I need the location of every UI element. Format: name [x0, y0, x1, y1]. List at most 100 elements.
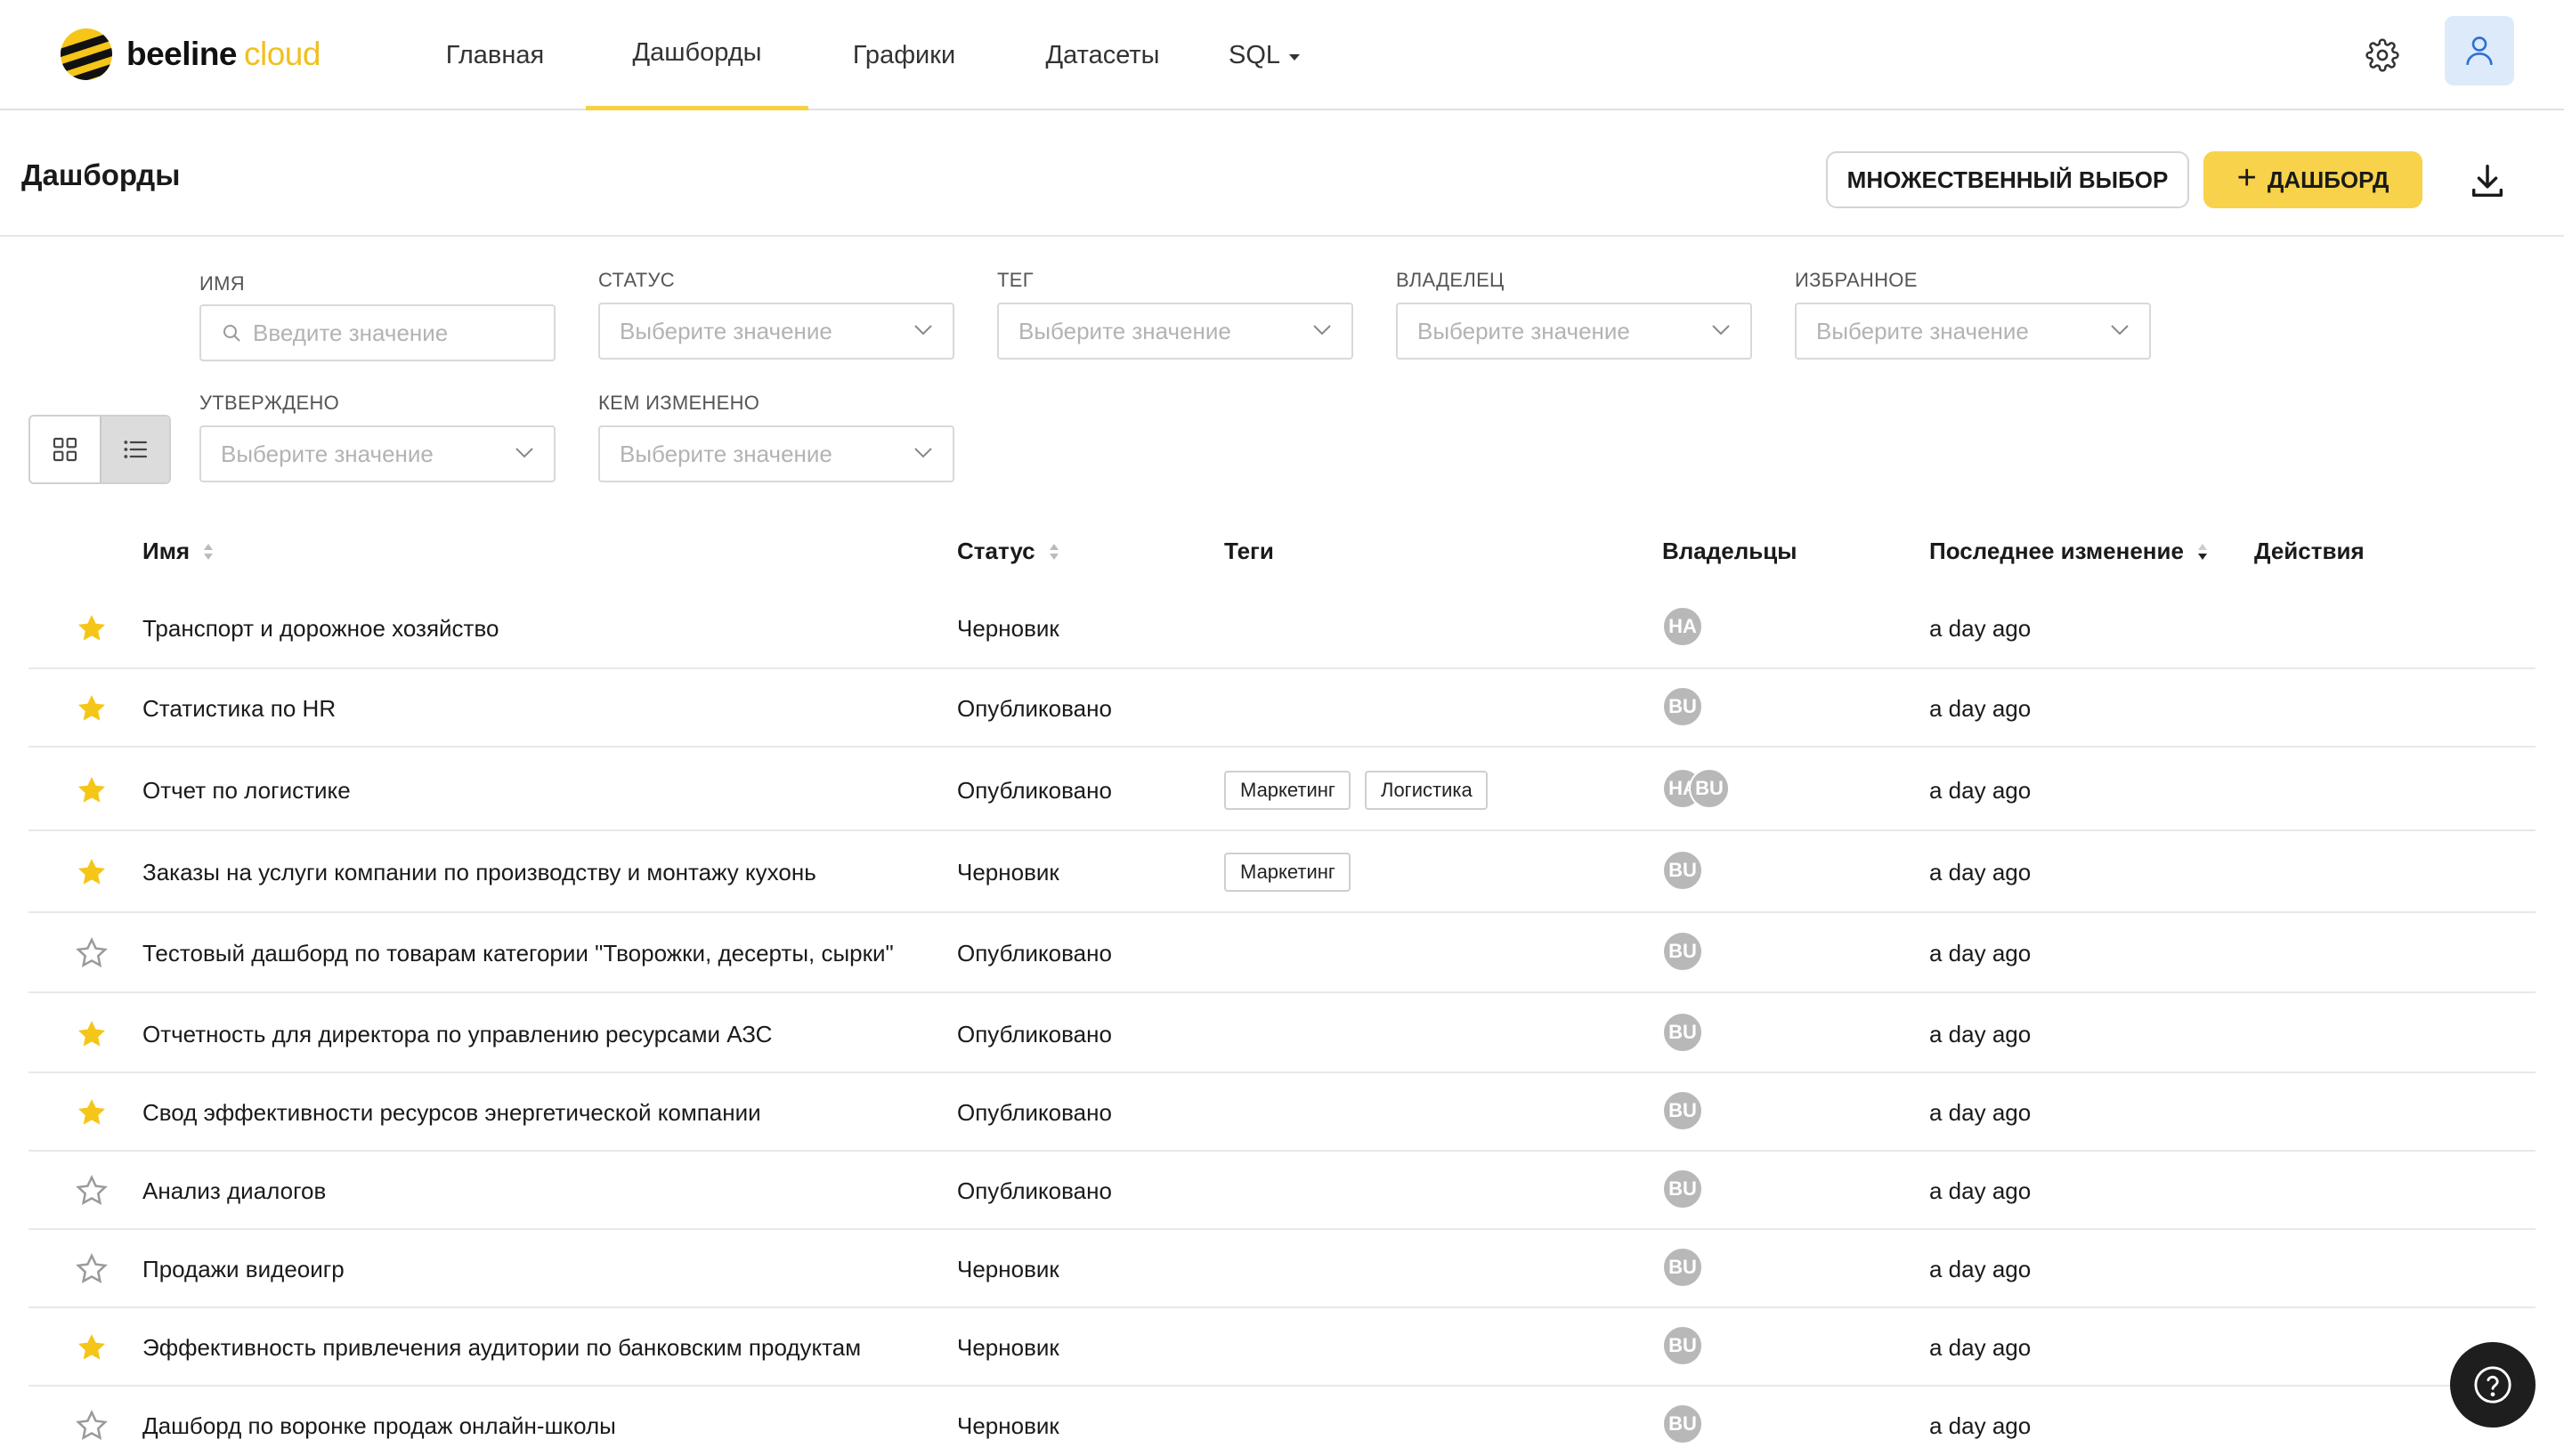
tag-chip[interactable]: Маркетинг [1224, 853, 1351, 892]
dashboard-name-link[interactable]: Транспорт и дорожное хозяйство [142, 615, 499, 643]
table-row[interactable]: Анализ диалогов Опубликовано BU a day ago [28, 1152, 2536, 1230]
chevron-down-icon [914, 448, 932, 458]
owner-avatar[interactable]: BU [1662, 1090, 1703, 1131]
column-header-tags: Теги [1224, 538, 1274, 564]
filter-status-select[interactable]: Выберите значение [598, 303, 954, 360]
nav-tab-sql-label: SQL [1228, 40, 1281, 69]
dashboard-name-link[interactable]: Дашборд по воронке продаж онлайн-школы [142, 1412, 616, 1440]
list-view-button[interactable] [99, 417, 169, 482]
nav-tab-dashboards[interactable]: Дашборды [586, 0, 808, 110]
help-icon [2474, 1366, 2511, 1403]
add-dashboard-button[interactable]: + ДАШБОРД [2203, 151, 2422, 208]
dashboard-name-link[interactable]: Эффективность привлечения аудитории по б… [142, 1334, 861, 1362]
filter-name-input[interactable]: Введите значение [199, 304, 556, 361]
favorite-star-empty-icon[interactable] [75, 1252, 109, 1286]
table-row[interactable]: Дашборд по воронке продаж онлайн-школы Че… [28, 1387, 2536, 1456]
table-row[interactable]: Свод эффективности ресурсов энергетическ… [28, 1073, 2536, 1152]
dashboard-name-link[interactable]: Статистика по HR [142, 695, 336, 723]
owner-avatar[interactable]: BU [1689, 768, 1730, 809]
column-header-modified[interactable]: Последнее изменение [1929, 538, 2209, 565]
chevron-down-icon [1313, 325, 1331, 336]
column-header-status[interactable]: Статус [957, 538, 1060, 565]
dashboard-name-link[interactable]: Свод эффективности ресурсов энергетическ… [142, 1099, 761, 1127]
favorite-star-filled-icon[interactable] [75, 855, 109, 889]
tag-chip[interactable]: Маркетинг [1224, 771, 1351, 810]
table-row[interactable]: Транспорт и дорожное хозяйство Черновик HA… [28, 587, 2536, 669]
favorite-star-filled-icon[interactable] [75, 773, 109, 807]
table-row[interactable]: Тестовый дашборд по товарам категории "Т… [28, 913, 2536, 993]
table-row[interactable]: Отчет по логистике Опубликовано Маркетинг Л… [28, 749, 2536, 831]
filter-approved-label: УТВЕРЖДЕНО [199, 392, 340, 414]
owner-avatar[interactable]: BU [1662, 1403, 1703, 1444]
table-row[interactable]: Продажи видеоигр Черновик BU a day ago [28, 1230, 2536, 1308]
last-modified: a day ago [1929, 615, 2032, 642]
beeline-cloud-logo[interactable]: beeline cloud [59, 23, 320, 85]
filter-favorite-label: ИЗБРАННОЕ [1795, 269, 1918, 291]
nav-tab-home[interactable]: Главная [433, 0, 557, 110]
dashboard-name-link[interactable]: Продажи видеоигр [142, 1256, 345, 1283]
sort-icon [204, 543, 214, 560]
favorite-star-empty-icon[interactable] [75, 936, 109, 970]
table-row[interactable]: Эффективность привлечения аудитории по б… [28, 1308, 2536, 1387]
dashboard-status: Черновик [957, 615, 1059, 642]
beeline-logo-icon [61, 28, 112, 80]
dashboard-name-link[interactable]: Отчетность для директора по управлению р… [142, 1021, 772, 1048]
favorite-star-filled-icon[interactable] [75, 1331, 109, 1364]
table-row[interactable]: Отчетность для директора по управлению р… [28, 995, 2536, 1073]
dashboard-status: Опубликовано [957, 695, 1112, 722]
dashboard-name-link[interactable]: Анализ диалогов [142, 1177, 326, 1205]
dashboard-status: Черновик [957, 1412, 1059, 1439]
nav-tab-sql[interactable]: SQL [1220, 0, 1309, 110]
last-modified: a day ago [1929, 940, 2032, 967]
filter-owner-select[interactable]: Выберите значение [1396, 303, 1752, 360]
owner-avatar[interactable]: BU [1662, 686, 1703, 727]
dashboard-status: Черновик [957, 859, 1059, 886]
dashboard-name-link[interactable]: Заказы на услуги компании по производств… [142, 859, 816, 886]
settings-button[interactable] [2359, 32, 2406, 78]
filter-tag-select[interactable]: Выберите значение [997, 303, 1353, 360]
filter-changed-by-label: КЕМ ИЗМЕНЕНО [598, 392, 760, 414]
favorite-star-filled-icon[interactable] [75, 1017, 109, 1051]
user-profile-button[interactable] [2445, 16, 2514, 85]
multi-select-button[interactable]: МНОЖЕСТВЕННЫЙ ВЫБОР [1826, 151, 2189, 208]
filter-favorite-select[interactable]: Выберите значение [1795, 303, 2151, 360]
table-row[interactable]: Заказы на услуги компании по производств… [28, 831, 2536, 913]
owner-avatar[interactable]: BU [1662, 1012, 1703, 1053]
dashboard-name-link[interactable]: Отчет по логистике [142, 777, 351, 805]
column-header-name[interactable]: Имя [142, 538, 215, 565]
favorite-star-filled-icon[interactable] [75, 1096, 109, 1129]
tag-chip[interactable]: Логистика [1365, 771, 1488, 810]
column-header-actions: Действия [2254, 538, 2365, 564]
dashboard-status: Опубликовано [957, 1099, 1112, 1126]
chevron-down-icon [2111, 325, 2129, 336]
download-button[interactable] [2463, 157, 2512, 206]
favorite-star-filled-icon[interactable] [75, 692, 109, 725]
dashboard-status: Опубликовано [957, 777, 1112, 804]
owner-avatar[interactable]: BU [1662, 850, 1703, 891]
owner-avatar[interactable]: BU [1662, 1247, 1703, 1288]
table-row[interactable]: Статистика по HR Опубликовано BU a day ago [28, 669, 2536, 748]
nav-tab-datasets[interactable]: Датасеты [1035, 0, 1171, 110]
top-navigation-bar: beeline cloud Главная Дашборды Графики Д… [0, 0, 2564, 110]
owner-avatar[interactable]: BU [1662, 1169, 1703, 1209]
dashboard-name-link[interactable]: Тестовый дашборд по товарам категории "Т… [142, 940, 894, 967]
nav-tab-charts[interactable]: Графики [835, 0, 973, 110]
owner-avatar[interactable]: HA [1662, 606, 1703, 647]
filter-approved-select[interactable]: Выберите значение [199, 425, 556, 482]
help-button[interactable] [2450, 1342, 2536, 1428]
filter-tag-placeholder: Выберите значение [1018, 317, 1231, 344]
grid-view-button[interactable] [30, 417, 100, 482]
filter-status-label: СТАТУС [598, 269, 675, 291]
favorite-star-filled-icon[interactable] [75, 611, 109, 645]
last-modified: a day ago [1929, 1099, 2032, 1126]
favorite-star-empty-icon[interactable] [75, 1174, 109, 1208]
sort-descending-icon [2197, 543, 2207, 560]
page-header: Дашборды МНОЖЕСТВЕННЫЙ ВЫБОР + ДАШБОРД [0, 112, 2564, 237]
filter-changed-by-select[interactable]: Выберите значение [598, 425, 954, 482]
favorite-star-empty-icon[interactable] [75, 1409, 109, 1443]
owner-avatar[interactable]: BU [1662, 931, 1703, 972]
last-modified: a day ago [1929, 1334, 2032, 1361]
grid-icon [53, 437, 77, 462]
last-modified: a day ago [1929, 859, 2032, 886]
owner-avatar[interactable]: BU [1662, 1325, 1703, 1366]
